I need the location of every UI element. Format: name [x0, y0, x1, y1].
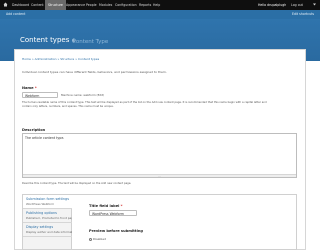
name-label: Name *: [22, 86, 37, 90]
required-marker: *: [120, 204, 123, 208]
preview-label: Preview before submitting: [89, 229, 143, 233]
admin-toolbar: Dashboard Content Structure Appearance P…: [0, 0, 320, 10]
toolbar-item-people[interactable]: People: [86, 0, 97, 10]
description-textarea[interactable]: The article content type. …: [22, 133, 297, 178]
description-help: Describe this content type. The text wil…: [22, 182, 132, 185]
vtab-summary: Display author and date information: [26, 230, 77, 234]
required-marker: *: [34, 86, 37, 90]
radio-label: Disabled: [92, 237, 107, 241]
toolbar-item-appearance[interactable]: Appearance: [66, 0, 85, 10]
shortcuts-bar: Add content Edit shortcuts: [0, 10, 320, 19]
preview-option-disabled[interactable]: Disabled: [89, 237, 106, 241]
toolbar-item-modules[interactable]: Modules: [99, 0, 112, 10]
submission-settings-pane: Title field label * WordPress Webform Pr…: [72, 194, 297, 250]
toolbar-item-structure[interactable]: Structure: [45, 0, 66, 10]
edit-shortcuts-link[interactable]: Edit shortcuts: [292, 10, 314, 19]
toolbar-item-help[interactable]: Help: [153, 0, 160, 10]
textarea-resize-handle[interactable]: …: [23, 174, 296, 178]
intro-text: Individual content types can have differ…: [22, 70, 167, 74]
page-title: Content types ⊕: [20, 36, 76, 44]
name-help-1: The human-readable name of this content …: [22, 101, 267, 104]
vtab-display-settings[interactable]: Display settings Display author and date…: [23, 223, 77, 237]
description-label: Description: [22, 128, 46, 132]
vtab-publishing-options[interactable]: Publishing options Published , Promoted …: [23, 209, 75, 223]
toggle-drawer-icon[interactable]: [312, 2, 317, 7]
toolbar-item-dashboard[interactable]: Dashboard: [12, 0, 29, 10]
user-greeting[interactable]: Hello drupalplugh: [258, 0, 286, 10]
vtab-submission-settings[interactable]: Submission form settings WordPress Webfo…: [23, 195, 73, 209]
toolbar-item-reports[interactable]: Reports: [139, 0, 151, 10]
grip-dots-icon: …: [158, 174, 161, 178]
home-icon[interactable]: [3, 2, 8, 7]
name-input[interactable]: Webform: [22, 92, 58, 98]
vtab-title: Publishing options: [26, 211, 57, 215]
name-help-2: contain only letters, numbers, and space…: [22, 105, 114, 108]
vertical-tabs: Submission form settings WordPress Webfo…: [22, 194, 77, 250]
logout-link[interactable]: Log out: [291, 0, 303, 10]
radio-icon[interactable]: [89, 237, 92, 241]
vtab-summary: WordPress Webform: [26, 202, 55, 206]
title-field-input[interactable]: WordPress Webform: [89, 210, 137, 216]
machine-name-text[interactable]: Machine name: webform (Edit): [61, 93, 104, 97]
toolbar-item-content[interactable]: Content: [31, 0, 44, 10]
vtab-title: Display settings: [26, 225, 54, 229]
breadcrumb[interactable]: Home » Administration » Structure » Cont…: [22, 57, 99, 61]
vtab-title: Submission form settings: [26, 197, 69, 201]
description-value: The article content type.: [25, 136, 65, 140]
page-subtitle: Content Type: [72, 39, 109, 45]
toolbar-item-configuration[interactable]: Configuration: [115, 0, 137, 10]
title-field-label: Title field label *: [89, 204, 123, 208]
vtab-summary: Published , Promoted to front page: [26, 216, 75, 220]
add-content-shortcut[interactable]: Add content: [6, 10, 25, 19]
